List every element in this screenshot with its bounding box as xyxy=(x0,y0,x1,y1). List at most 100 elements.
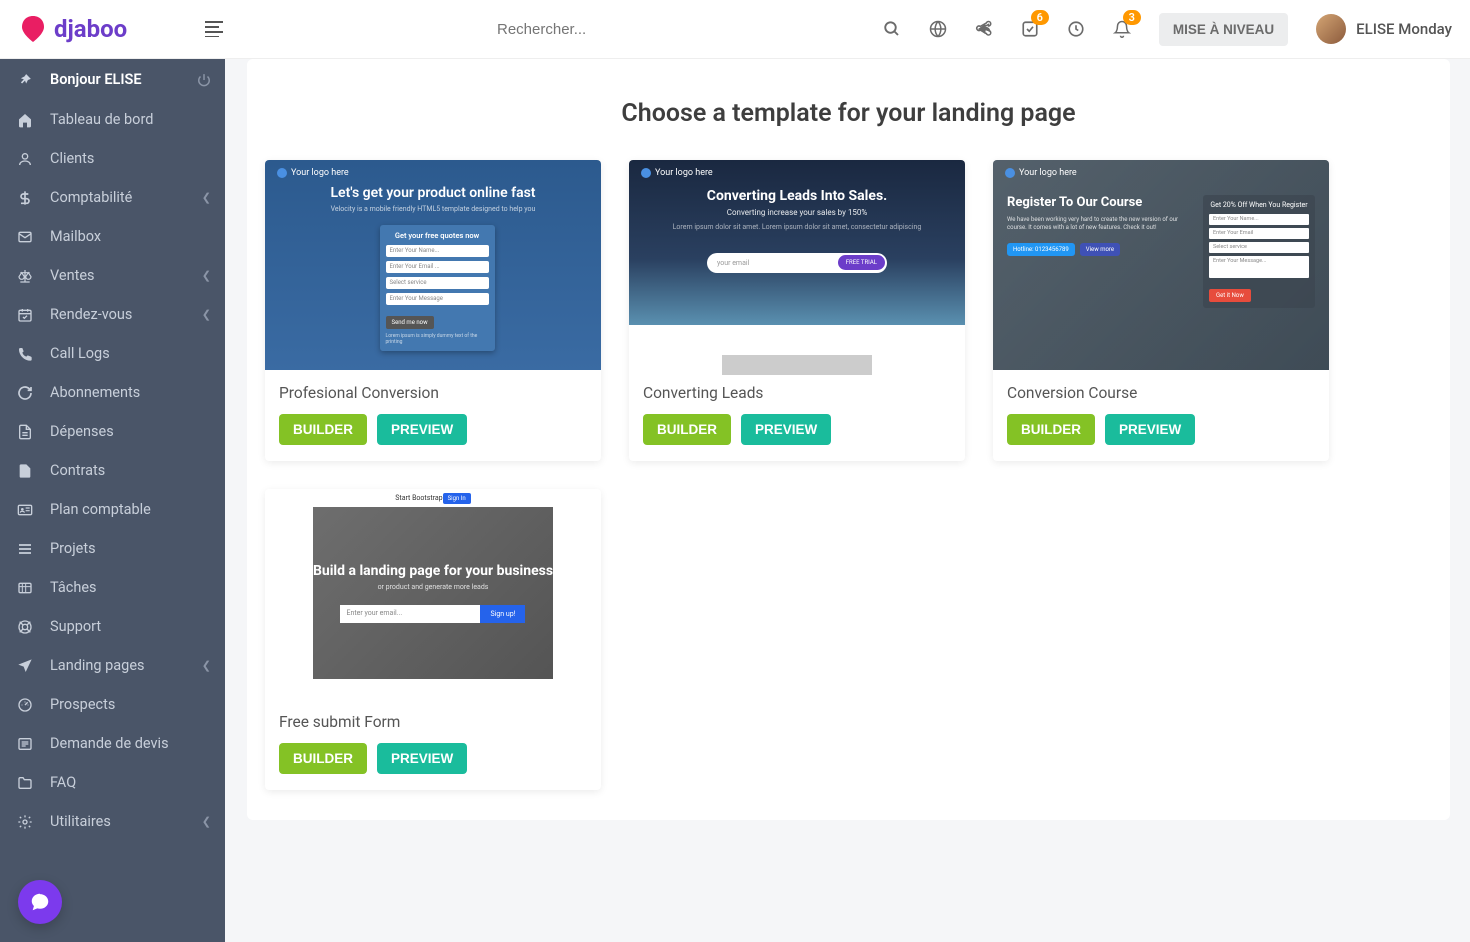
sidebar: Bonjour ELISE Tableau de bordClientsComp… xyxy=(0,59,225,942)
chevron-left-icon: ❮ xyxy=(202,308,211,321)
tasks-icon xyxy=(14,580,36,596)
chevron-left-icon: ❮ xyxy=(202,815,211,828)
preview-button[interactable]: PREVIEW xyxy=(377,743,467,774)
preview-button[interactable]: PREVIEW xyxy=(1105,414,1195,445)
checklist-icon[interactable]: 6 xyxy=(1021,20,1039,38)
sidebar-item-ventes[interactable]: Ventes❮ xyxy=(0,256,225,295)
thumb-title: Converting Leads Into Sales. xyxy=(707,188,887,204)
sidebar-item-label: Demande de devis xyxy=(50,735,169,752)
refresh-icon xyxy=(14,385,36,401)
thumb-text: We have been working very hard to create… xyxy=(1007,216,1193,233)
sidebar-item-label: FAQ xyxy=(50,774,76,791)
calendar-check-icon xyxy=(14,307,36,323)
sidebar-item-dépenses[interactable]: Dépenses xyxy=(0,412,225,451)
sidebar-item-comptabilité[interactable]: Comptabilité❮ xyxy=(0,178,225,217)
clock-icon[interactable] xyxy=(1067,20,1085,38)
main-content: Choose a template for your landing page … xyxy=(225,59,1470,942)
template-thumbnail: Your logo here Let's get your product on… xyxy=(265,160,601,370)
sidebar-item-call-logs[interactable]: Call Logs xyxy=(0,334,225,373)
sidebar-item-demande-de-devis[interactable]: Demande de devis xyxy=(0,724,225,763)
builder-button[interactable]: BUILDER xyxy=(279,414,367,445)
thumb-subtitle: or product and generate more leads xyxy=(378,583,489,591)
template-card: Start Bootstrap Sign In Build a landing … xyxy=(265,489,601,790)
template-name: Profesional Conversion xyxy=(279,384,587,402)
list-icon xyxy=(14,736,36,752)
sidebar-item-faq[interactable]: FAQ xyxy=(0,763,225,802)
sidebar-item-projets[interactable]: Projets xyxy=(0,529,225,568)
logo-icon xyxy=(18,14,48,44)
sidebar-item-label: Landing pages xyxy=(50,657,145,674)
globe-icon[interactable] xyxy=(929,20,947,38)
cogs-icon xyxy=(14,814,36,830)
template-thumbnail: Your logo here Register To Our Course We… xyxy=(993,160,1329,370)
chevron-left-icon: ❮ xyxy=(202,269,211,282)
avatar xyxy=(1316,14,1346,44)
search-icon[interactable] xyxy=(883,20,901,38)
life-ring-icon xyxy=(14,619,36,635)
template-name: Converting Leads xyxy=(643,384,951,402)
template-thumbnail: Start Bootstrap Sign In Build a landing … xyxy=(265,489,601,679)
thumb-logo: Your logo here xyxy=(1005,168,1077,178)
file-lines-icon xyxy=(14,424,36,440)
sidebar-item-label: Call Logs xyxy=(50,345,110,362)
template-name: Free submit Form xyxy=(279,713,587,731)
sidebar-item-clients[interactable]: Clients xyxy=(0,139,225,178)
template-card: Your logo here Converting Leads Into Sal… xyxy=(629,160,965,461)
user-menu[interactable]: ELISE Monday xyxy=(1316,14,1452,44)
paper-plane-icon xyxy=(14,658,36,674)
sidebar-item-label: Contrats xyxy=(50,462,105,479)
sidebar-item-label: Utilitaires xyxy=(50,813,111,830)
sidebar-item-label: Dépenses xyxy=(50,423,114,440)
dollar-icon xyxy=(14,190,36,206)
upgrade-button[interactable]: MISE À NIVEAU xyxy=(1159,13,1288,46)
sidebar-item-prospects[interactable]: Prospects xyxy=(0,685,225,724)
thumb-title: Let's get your product online fast xyxy=(330,185,535,201)
search-input[interactable] xyxy=(497,21,697,38)
thumb-text: Lorem ipsum dolor sit amet. Lorem ipsum … xyxy=(633,223,962,233)
thumb-form: Get your free quotes now Enter Your Name… xyxy=(380,225,495,351)
power-icon[interactable] xyxy=(197,73,211,87)
sidebar-item-label: Rendez-vous xyxy=(50,306,132,323)
sidebar-item-abonnements[interactable]: Abonnements xyxy=(0,373,225,412)
template-name: Conversion Course xyxy=(1007,384,1315,402)
content-panel: Choose a template for your landing page … xyxy=(247,59,1450,820)
id-card-icon xyxy=(14,502,36,518)
phone-icon xyxy=(14,346,36,362)
thumb-title: Build a landing page for your business xyxy=(313,563,553,579)
bars-icon xyxy=(14,541,36,557)
sidebar-item-tableau-de-bord[interactable]: Tableau de bord xyxy=(0,100,225,139)
brand-name: djaboo xyxy=(54,15,127,43)
sidebar-item-landing-pages[interactable]: Landing pages ❮ xyxy=(0,646,225,685)
sidebar-item-label: Support xyxy=(50,618,101,635)
sidebar-item-support[interactable]: Support xyxy=(0,607,225,646)
template-thumbnail: Your logo here Converting Leads Into Sal… xyxy=(629,160,965,325)
menu-toggle-icon[interactable] xyxy=(205,21,223,37)
sidebar-item-mailbox[interactable]: Mailbox xyxy=(0,217,225,256)
brand-logo[interactable]: djaboo xyxy=(18,14,127,44)
preview-button[interactable]: PREVIEW xyxy=(377,414,467,445)
builder-button[interactable]: BUILDER xyxy=(279,743,367,774)
builder-button[interactable]: BUILDER xyxy=(1007,414,1095,445)
sidebar-item-plan-comptable[interactable]: Plan comptable xyxy=(0,490,225,529)
chat-fab[interactable] xyxy=(18,880,62,924)
sidebar-item-utilitaires[interactable]: Utilitaires ❮ xyxy=(0,802,225,841)
page-title: Choose a template for your landing page xyxy=(265,99,1432,128)
file-icon xyxy=(14,463,36,479)
chat-icon xyxy=(29,891,51,913)
mail-icon xyxy=(14,229,36,245)
top-header: djaboo 6 3 MISE À NIVEAU ELISE Monday xyxy=(0,0,1470,59)
thumb-title: Register To Our Course xyxy=(1007,195,1193,210)
sidebar-item-label: Clients xyxy=(50,150,94,167)
bell-icon[interactable]: 3 xyxy=(1113,20,1131,38)
sidebar-item-label: Projets xyxy=(50,540,96,557)
sidebar-item-label: Tâches xyxy=(50,579,97,596)
builder-button[interactable]: BUILDER xyxy=(643,414,731,445)
chevron-left-icon: ❮ xyxy=(202,659,211,672)
sidebar-item-tâches[interactable]: Tâches xyxy=(0,568,225,607)
share-icon[interactable] xyxy=(975,20,993,38)
sidebar-item-contrats[interactable]: Contrats xyxy=(0,451,225,490)
preview-button[interactable]: PREVIEW xyxy=(741,414,831,445)
sidebar-item-rendez-vous[interactable]: Rendez-vous ❮ xyxy=(0,295,225,334)
sidebar-item-label: Plan comptable xyxy=(50,501,151,518)
user-icon xyxy=(14,151,36,167)
